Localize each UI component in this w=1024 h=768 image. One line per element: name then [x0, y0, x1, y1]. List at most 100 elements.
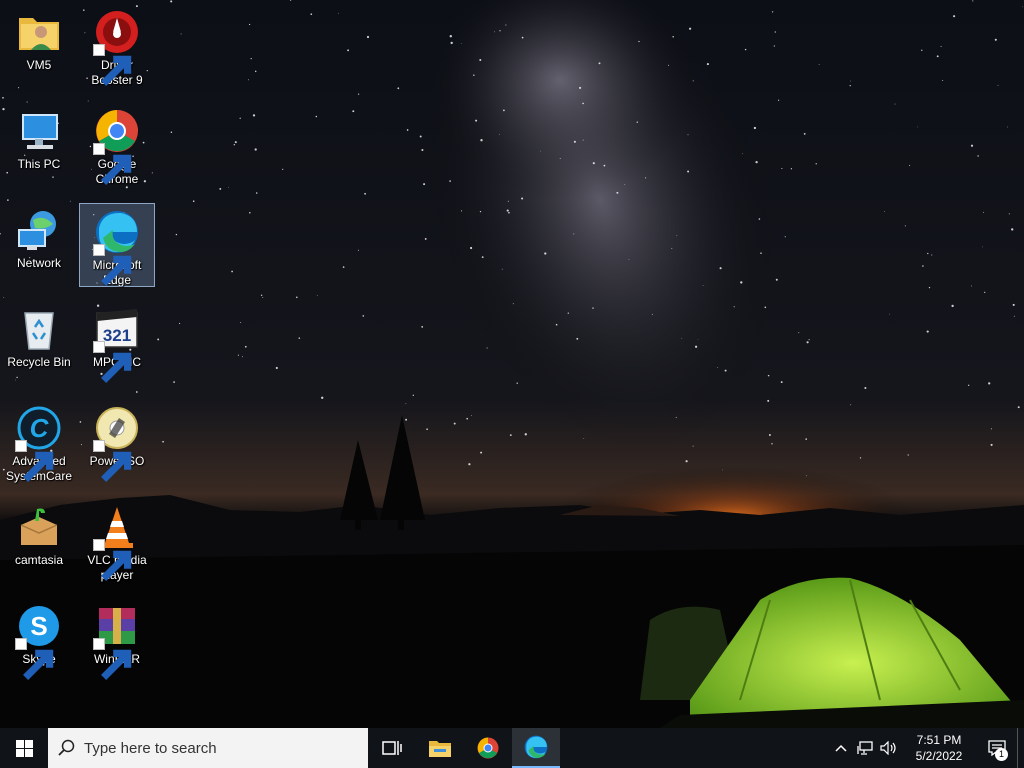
show-hidden-icons-button[interactable]	[829, 728, 853, 768]
desktop-icon-mpc-hc[interactable]: 321 MPC-HC	[79, 301, 155, 385]
desktop-icon-poweriso[interactable]: PowerISO	[79, 400, 155, 484]
desktop-icon-network[interactable]: Network	[1, 202, 77, 286]
star	[275, 366, 278, 370]
star	[717, 367, 719, 368]
star	[936, 55, 939, 58]
task-view-button[interactable]	[368, 728, 416, 768]
star	[501, 268, 503, 270]
star	[509, 434, 512, 437]
star	[248, 23, 251, 26]
star	[990, 428, 992, 430]
star	[512, 303, 514, 305]
star	[927, 252, 929, 255]
taskbar-search-box[interactable]: Type here to search	[48, 728, 368, 768]
star	[1008, 213, 1010, 215]
taskbar-edge[interactable]	[512, 728, 560, 768]
svg-text:S: S	[30, 611, 47, 641]
desktop-icon-microsoft-edge[interactable]: Microsoft Edge	[79, 203, 155, 287]
action-center-button[interactable]: 1	[977, 728, 1017, 768]
star	[719, 267, 722, 270]
star	[771, 11, 774, 13]
star	[135, 391, 138, 393]
task-view-icon	[382, 741, 402, 755]
star	[397, 87, 400, 90]
star	[687, 170, 690, 173]
star	[170, 0, 173, 3]
desktop-icon-driver-booster[interactable]: Driver Booster 9	[79, 4, 155, 88]
desktop-icon-recycle-bin[interactable]: Recycle Bin	[1, 301, 77, 385]
desktop-icon-winrar[interactable]: WinRAR	[79, 598, 155, 682]
star	[884, 211, 885, 213]
taskbar-file-explorer[interactable]	[416, 728, 464, 768]
star	[968, 384, 970, 386]
star	[468, 463, 471, 466]
star	[450, 41, 453, 45]
star	[671, 247, 673, 249]
shortcut-arrow-icon	[93, 244, 132, 286]
star	[694, 345, 698, 348]
network-tray-button[interactable]	[853, 728, 877, 768]
star	[808, 339, 810, 341]
star	[675, 416, 677, 418]
desktop[interactable]: VM5 This PC Network Recycle Bin C Advanc…	[0, 0, 1024, 728]
star	[638, 40, 640, 43]
desktop-icon-advanced-systemcare[interactable]: C Advanced SystemCare	[1, 400, 77, 484]
taskbar-clock[interactable]: 7:51 PM 5/2/2022	[907, 732, 971, 764]
icon-label: This PC	[17, 157, 61, 171]
star	[180, 33, 182, 35]
taskbar-chrome[interactable]	[464, 728, 512, 768]
star	[1022, 6, 1023, 8]
star	[254, 148, 257, 151]
star	[179, 322, 181, 325]
star	[480, 139, 483, 142]
star	[922, 265, 924, 267]
star	[894, 103, 896, 105]
star	[970, 144, 974, 147]
star	[1006, 126, 1008, 128]
star	[405, 418, 408, 421]
star	[298, 337, 301, 339]
star	[758, 218, 761, 220]
edge-icon	[93, 208, 141, 286]
star	[255, 192, 258, 194]
star	[953, 15, 956, 18]
volume-tray-button[interactable]	[877, 728, 901, 768]
star	[864, 386, 867, 390]
chrome-icon	[93, 107, 141, 185]
desktop-icon-camtasia[interactable]: camtasia	[1, 499, 77, 583]
star	[806, 341, 809, 344]
star	[697, 339, 699, 340]
star	[239, 117, 241, 119]
winrar-icon	[93, 602, 141, 680]
star	[228, 186, 229, 188]
star	[453, 422, 456, 425]
desktop-icon-this-pc[interactable]: This PC	[1, 103, 77, 187]
desktop-icon-skype[interactable]: S Skype	[1, 598, 77, 682]
star	[685, 460, 688, 463]
star	[449, 180, 451, 182]
star	[249, 211, 251, 214]
show-desktop-button[interactable]	[1017, 728, 1024, 768]
star	[405, 403, 407, 405]
star	[316, 295, 318, 296]
star	[579, 86, 582, 89]
star	[1011, 228, 1014, 231]
star	[173, 381, 175, 383]
desktop-icon-google-chrome[interactable]: Google Chrome	[79, 103, 155, 187]
star	[582, 139, 584, 141]
star	[479, 58, 482, 62]
star	[521, 36, 524, 39]
star	[672, 36, 674, 38]
star	[859, 457, 862, 459]
start-button[interactable]	[0, 728, 48, 768]
star	[170, 131, 173, 134]
star	[524, 433, 527, 436]
desktop-icon-vm5[interactable]: VM5	[1, 4, 77, 88]
poweriso-icon	[93, 404, 141, 482]
star	[624, 184, 626, 185]
star	[1013, 315, 1015, 317]
icon-label: Network	[16, 256, 61, 270]
search-placeholder: Type here to search	[84, 739, 217, 757]
desktop-icon-vlc[interactable]: VLC media player	[79, 499, 155, 583]
star	[219, 187, 222, 190]
